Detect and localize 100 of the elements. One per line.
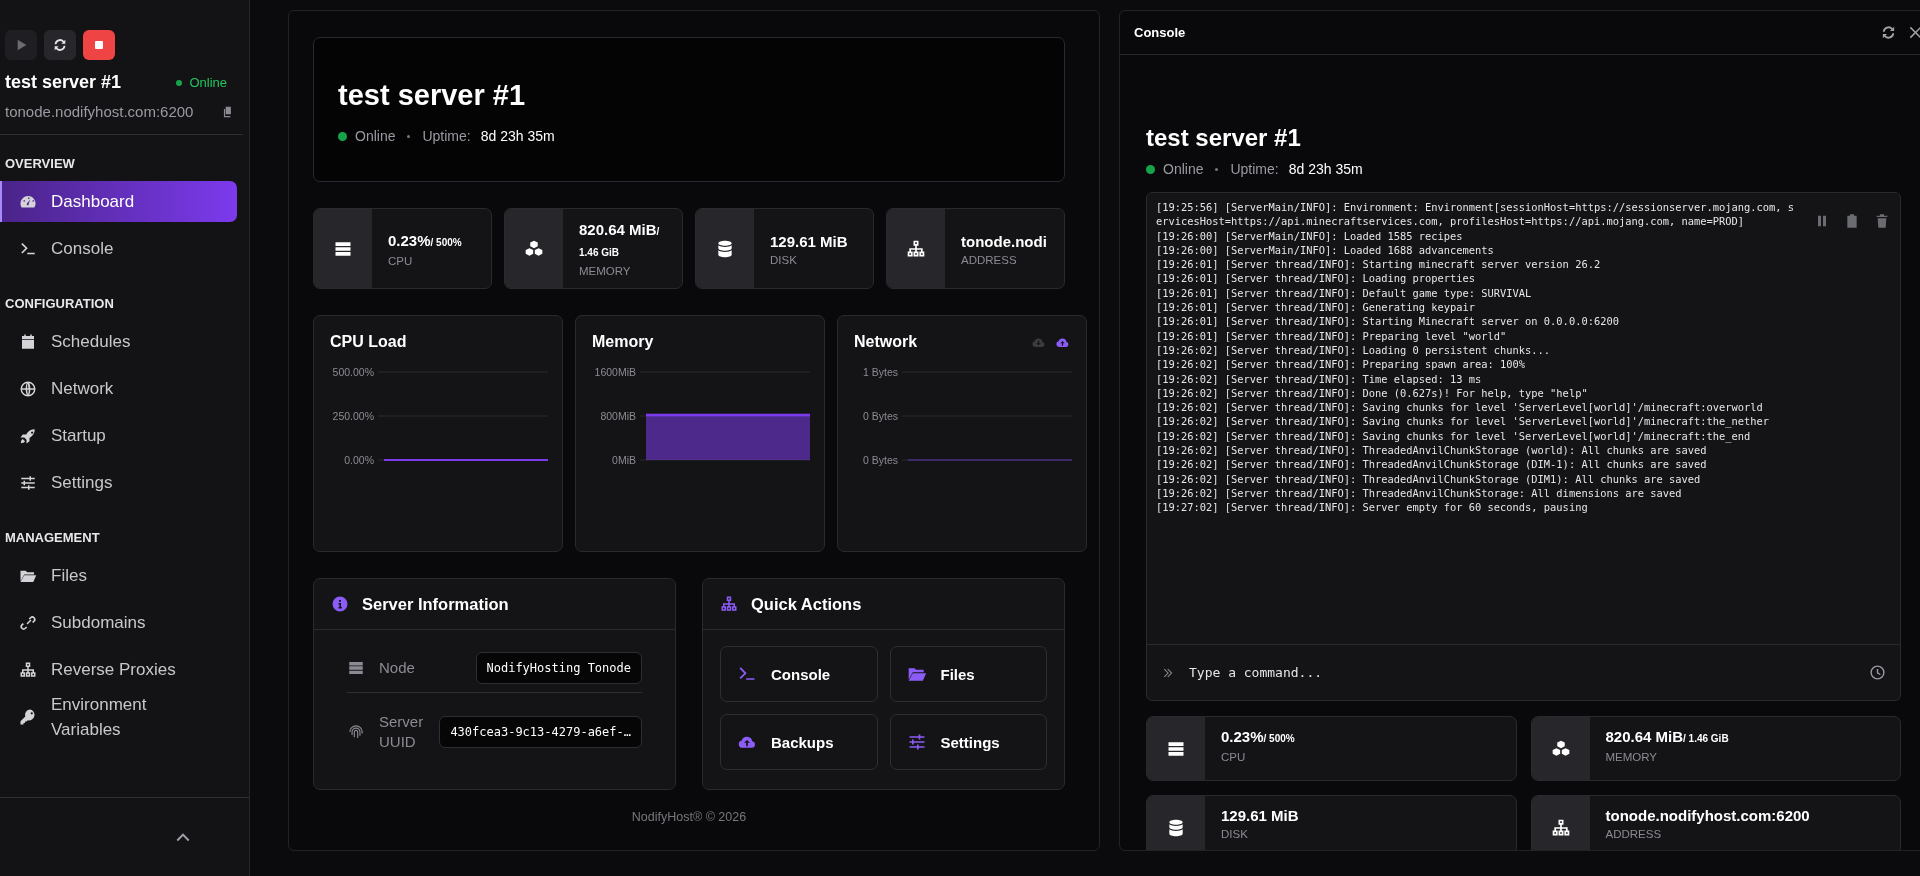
separator-dot — [1215, 167, 1219, 171]
log-line: [19:26:02] [Server thread/INFO]: ThreadedAnvilChunkStorage: All dimensions are saved — [1156, 485, 1683, 501]
log-line: [19:26:01] [Server thread/INFO]: Generating keypair — [1156, 300, 1477, 315]
log-line: [19:26:02] [Server thread/INFO]: Preparing spawn area: 100% — [1156, 357, 1527, 372]
card-title: Quick Actions — [751, 594, 862, 614]
restart-button[interactable] — [44, 30, 76, 60]
server-address: tonode.nodifyhost.com:6200 — [5, 103, 194, 120]
nav-item[interactable]: Environment Variables — [0, 696, 237, 737]
database-icon — [1166, 817, 1186, 838]
sitemap-icon — [906, 238, 926, 259]
uptime-value: 8d 23h 35m — [1288, 161, 1363, 177]
sitemap-icon — [1550, 817, 1571, 838]
stat-label: MEMORY — [579, 265, 632, 277]
panel-title: Console — [1134, 25, 1186, 40]
axis-label: 0MiB — [612, 453, 636, 466]
log-line: [19:26:01] [Server thread/INFO]: Starting Minecraft server on 0.0.0.0:6200 — [1156, 314, 1620, 329]
chart-title: CPU Load — [330, 333, 407, 351]
axis-label: 250.00% — [332, 409, 374, 422]
database-icon — [715, 238, 735, 259]
stat-value: tonode.nodifyhost.com:6200 — [1605, 806, 1810, 825]
nav-item[interactable]: Dashboard — [0, 181, 237, 222]
close-button[interactable] — [1907, 24, 1920, 41]
fingerprint-icon — [347, 723, 365, 741]
axis-label: 1600MiB — [594, 365, 636, 378]
sitemap-icon — [19, 660, 37, 679]
log-line: [19:26:01] [Server thread/INFO]: Starting minecraft server version 26.2 — [1156, 257, 1602, 272]
chart-title: Memory — [592, 333, 654, 351]
nav-item[interactable]: Subdomains — [0, 602, 237, 643]
log-line: [19:25:56] [ServerMain/INFO]: Environment: Environment[sessionHost=https://sessionserver.mojang.com, servicesHost=https://api.minecraftservices.com, profilesHost=https://api.mojang.com, name=PROD] — [1156, 200, 1796, 229]
trash-icon — [1874, 213, 1890, 229]
nav-item[interactable]: Schedules — [0, 321, 237, 362]
footer-text: NodifyHost® © 2026 — [630, 810, 748, 824]
clear-button[interactable] — [1874, 213, 1890, 229]
stat-label: DISK — [1221, 828, 1249, 840]
clock-icon — [1869, 664, 1886, 681]
info-icon — [331, 595, 349, 613]
axis-label: 0 Bytes — [862, 409, 898, 422]
stat-label: CPU — [388, 254, 414, 267]
log-line: [19:26:02] [Server thread/INFO]: Loading 0 persistent chunks... — [1156, 342, 1552, 358]
sliders-icon — [19, 473, 37, 492]
close-icon — [1907, 24, 1920, 41]
stat-value: 820.64 MiB/ 1.46 GiB — [579, 220, 661, 260]
log-line: [19:26:02] [Server thread/INFO]: ThreadedAnvilChunkStorage (world): All chunks are saved — [1156, 443, 1708, 458]
quick-action-button[interactable]: Files — [889, 646, 1047, 702]
history-button[interactable] — [1869, 664, 1886, 681]
stat-value: 129.61 MiB — [1221, 806, 1299, 825]
rocket-icon — [19, 426, 37, 445]
nav-item[interactable]: Network — [0, 368, 237, 409]
axis-label: 0 Bytes — [862, 453, 898, 466]
log-line: [19:26:02] [Server thread/INFO]: ThreadedAnvilChunkStorage (DIM-1): All chunks are saved — [1156, 457, 1708, 472]
chart-title: Network — [854, 333, 918, 351]
status-text: Online — [1163, 161, 1204, 177]
nav-item[interactable]: Startup — [0, 415, 237, 456]
quick-action-button[interactable]: Settings — [889, 714, 1047, 770]
stop-button[interactable] — [83, 30, 115, 60]
log-line: [19:26:02] [Server thread/INFO]: Saving chunks for level 'ServerLevel[world]'/minecraft:the_end — [1156, 428, 1752, 444]
cubes-icon — [524, 238, 544, 259]
value-field: NodifyHosting Tonode — [475, 652, 642, 684]
log-line: [19:26:00] [ServerMain/INFO]: Loaded 1585 recipes — [1156, 228, 1464, 243]
uptime-label: Uptime: — [1230, 161, 1279, 177]
nav-item[interactable]: Console — [0, 228, 237, 269]
card-title: Server Information — [362, 594, 509, 614]
stat-label: DISK — [770, 253, 798, 266]
command-input[interactable]: Type a command... — [1187, 664, 1857, 681]
copy-button[interactable] — [1844, 213, 1860, 229]
axis-label: 500.00% — [332, 365, 374, 378]
separator-dot — [407, 134, 411, 138]
log-line: [19:26:01] [Server thread/INFO]: Default game type: SURVIVAL — [1156, 285, 1533, 301]
log-line: [19:26:02] [Server thread/INFO]: Saving chunks for level 'ServerLevel[world]'/minecraft:the_nether — [1156, 414, 1771, 429]
log-line: [19:26:02] [Server thread/INFO]: Saving chunks for level 'ServerLevel[world]'/minecraft:overworld — [1156, 400, 1764, 415]
stat-value: 0.23%/ 500% — [1221, 727, 1295, 747]
stat-value: 0.23%/ 500% — [388, 230, 462, 251]
nav-item[interactable]: Reverse Proxies — [0, 649, 237, 690]
section-heading: OVERVIEW — [4, 155, 76, 173]
quick-action-button[interactable]: Console — [720, 646, 878, 702]
quick-action-button[interactable]: Backups — [720, 714, 878, 770]
log-line: [19:26:01] [Server thread/INFO]: Loading properties — [1156, 271, 1477, 286]
sitemap-icon — [720, 595, 738, 613]
log-line: [19:26:02] [Server thread/INFO]: ThreadedAnvilChunkStorage (DIM1): All chunks are saved — [1156, 471, 1702, 486]
status-text: Online — [189, 75, 227, 90]
refresh-icon — [1880, 24, 1897, 41]
section-heading: CONFIGURATION — [4, 295, 115, 313]
axis-label: 800MiB — [600, 409, 636, 422]
nav-item[interactable]: Settings — [0, 462, 237, 503]
log-line: [19:26:01] [Server thread/INFO]: Preparing level "world" — [1156, 328, 1508, 343]
section-heading: MANAGEMENT — [4, 529, 101, 547]
calendar-icon — [19, 332, 37, 351]
stat-label: CPU — [1221, 751, 1247, 763]
server-title: test server #1 — [338, 78, 527, 112]
nav-item[interactable]: Files — [0, 555, 237, 596]
field-label: Node — [379, 658, 416, 678]
cubes-icon — [1550, 738, 1571, 759]
stat-label: MEMORY — [1605, 751, 1659, 763]
server-title: test server #1 — [1146, 123, 1302, 153]
axis-label: 1 Bytes — [862, 365, 898, 378]
status-text: Online — [355, 128, 396, 144]
stat-label: ADDRESS — [961, 253, 1018, 266]
axis-label: 0.00% — [344, 453, 374, 466]
refresh-button[interactable] — [1880, 24, 1897, 41]
refresh-icon — [52, 37, 68, 53]
